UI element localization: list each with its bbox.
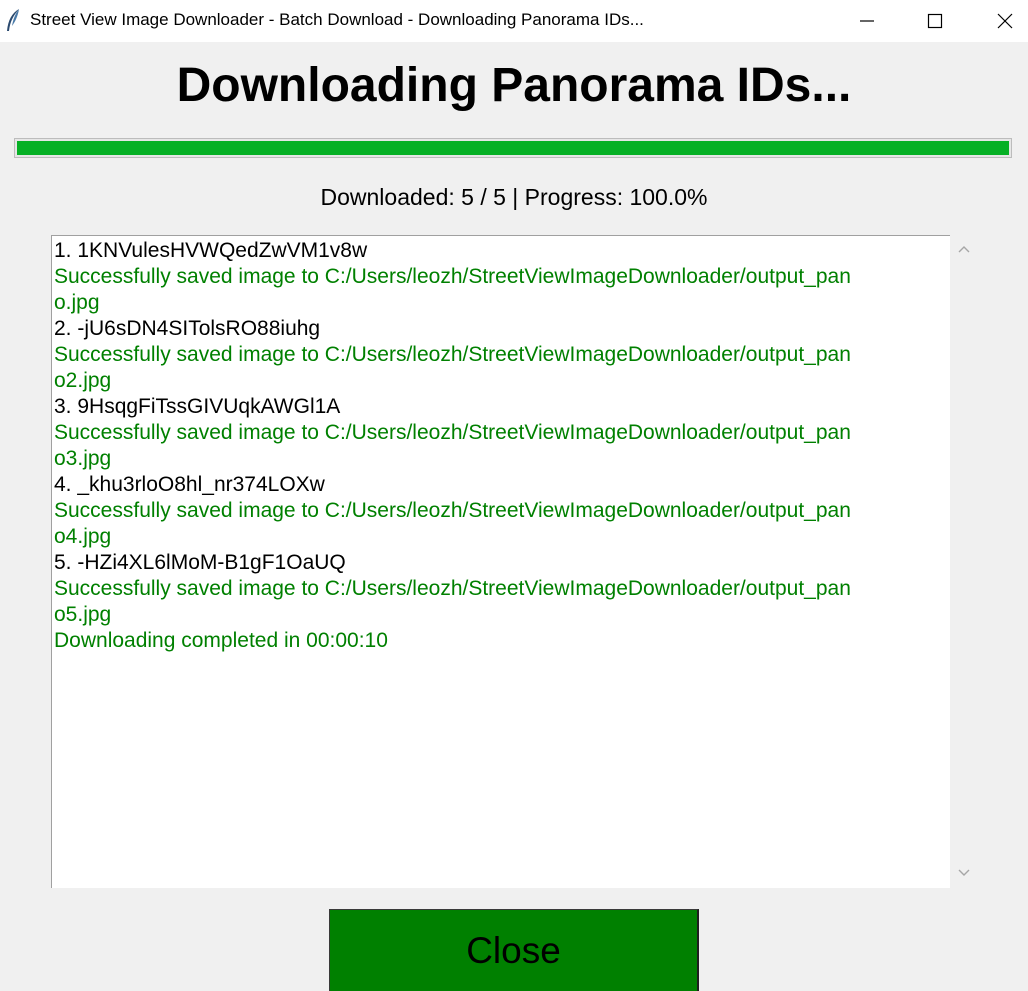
maximize-button[interactable] [900,0,968,42]
progress-bar-fill [17,141,1009,155]
close-button[interactable]: Close [329,909,699,991]
minimize-icon [860,20,874,22]
log-line-panorama-id: 3. 9HsqgFiTssGIVUqkAWGl1A [54,395,341,418]
log-line-success: o4.jpg [54,525,112,548]
log-line-success: o3.jpg [54,447,112,470]
log-line-success: Successfully saved image to C:/Users/leo… [54,421,851,444]
page-title: Downloading Panorama IDs... [176,59,852,112]
log-line-success: Successfully saved image to C:/Users/leo… [54,577,851,600]
log-line-success: Downloading completed in 00:00:10 [54,629,388,652]
download-status: Downloaded: 5 / 5 | Progress: 100.0% [320,184,708,210]
minimize-button[interactable] [832,0,900,42]
title-bar[interactable]: Street View Image Downloader - Batch Dow… [0,0,1028,42]
log-textarea[interactable]: 1. 1KNVulesHVWQedZwVM1v8w Successfully sa… [51,235,950,888]
log-line-panorama-id: 2. -jU6sDN4SITolsRO88iuhg [54,317,321,340]
chevron-down-icon[interactable] [958,869,970,877]
maximize-icon [927,13,943,29]
log-line-success: o2.jpg [54,369,112,392]
log-line-panorama-id: 4. _khu3rloO8hl_nr374LOXw [54,473,325,496]
batch-download-window: Street View Image Downloader - Batch Dow… [0,0,1028,991]
log-line-panorama-id: 5. -HZi4XL6lMoM-B1gF1OaUQ [54,551,346,574]
window-title: Street View Image Downloader - Batch Dow… [30,10,644,29]
log-line-success: o.jpg [54,291,100,314]
log-scrollbar[interactable] [951,235,978,888]
progress-bar [14,138,1012,158]
log-line-success: Successfully saved image to C:/Users/leo… [54,499,851,522]
close-icon [997,13,1013,29]
close-window-button[interactable] [970,0,1028,42]
log-line-success: o5.jpg [54,603,112,626]
log-line-panorama-id: 1. 1KNVulesHVWQedZwVM1v8w [54,239,368,262]
chevron-up-icon[interactable] [958,245,970,253]
log-line-success: Successfully saved image to C:/Users/leo… [54,265,851,288]
log-line-success: Successfully saved image to C:/Users/leo… [54,343,851,366]
feather-icon [4,8,22,34]
